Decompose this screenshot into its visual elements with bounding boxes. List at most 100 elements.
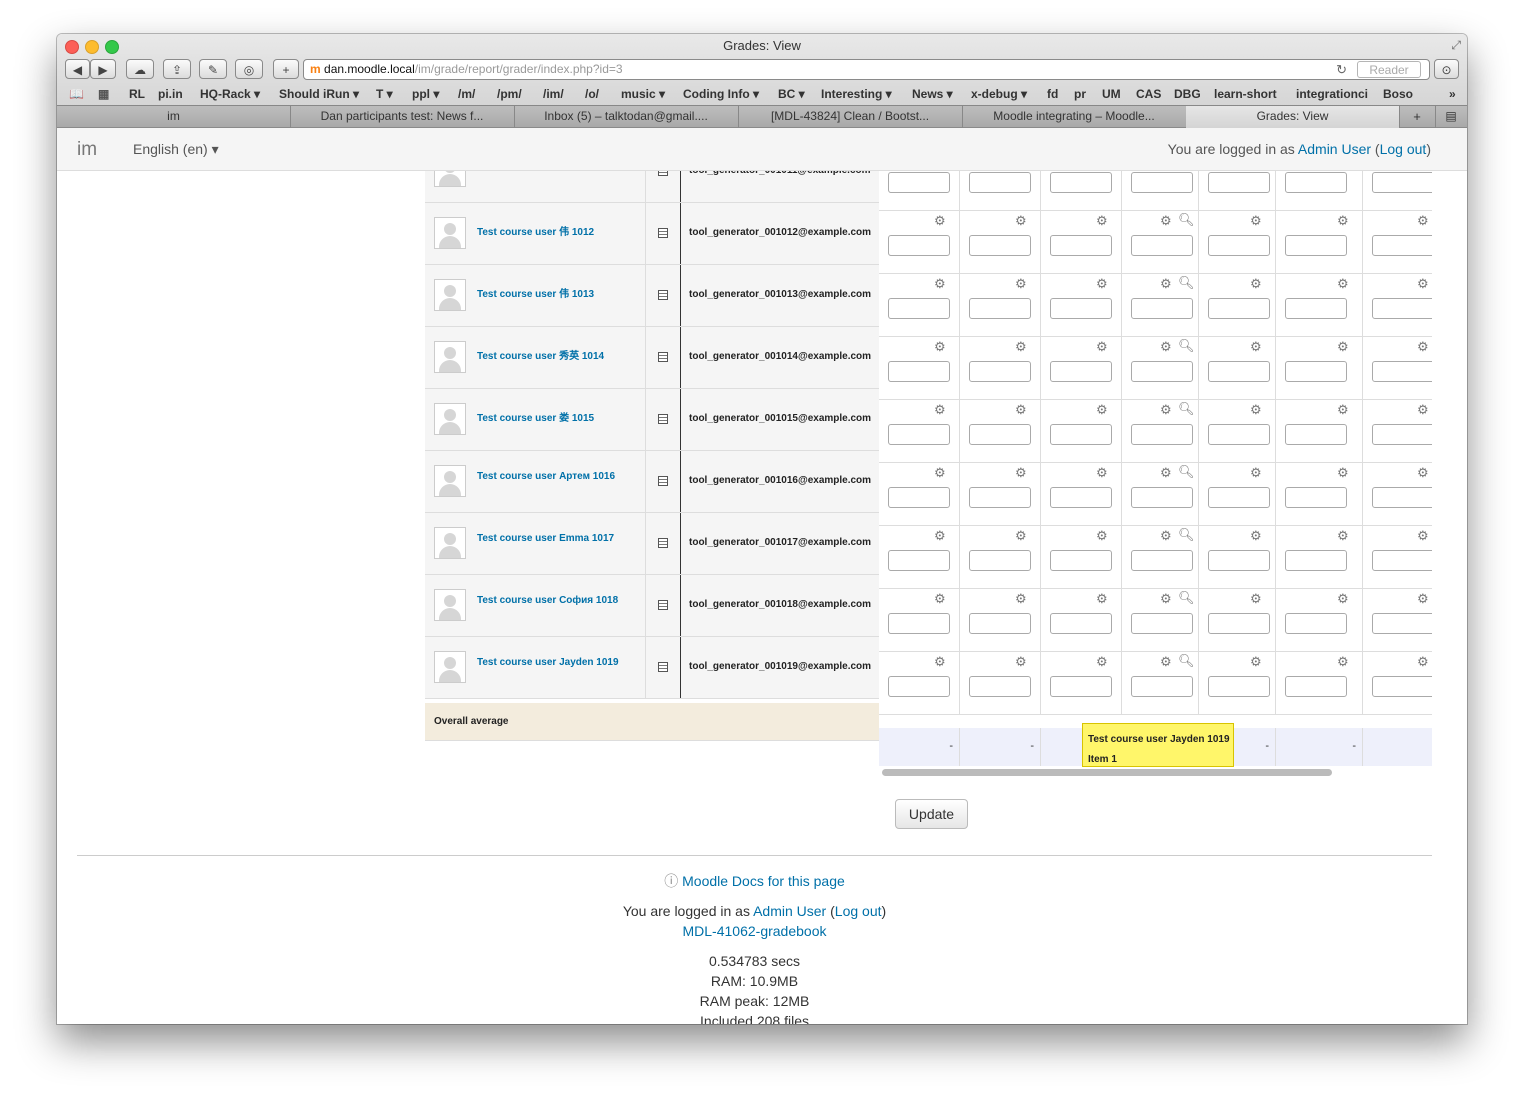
gear-icon[interactable]: ⚙: [1015, 403, 1027, 416]
footer-user-link[interactable]: Admin User: [753, 903, 826, 919]
grade-input[interactable]: [1372, 172, 1432, 193]
gear-icon[interactable]: ⚙: [1417, 466, 1429, 479]
grade-input[interactable]: [1050, 676, 1112, 697]
moodle-docs-link[interactable]: Moodle Docs for this page: [682, 873, 845, 889]
gear-icon[interactable]: ⚙: [934, 592, 946, 605]
icloud-button[interactable]: ☁: [126, 59, 154, 79]
gear-icon[interactable]: ⚙: [1096, 403, 1108, 416]
bookmark-item[interactable]: pi.in: [158, 87, 183, 101]
bookmark-item[interactable]: /m/: [458, 87, 475, 101]
user-report-button[interactable]: [645, 637, 681, 698]
gear-icon[interactable]: ⚙: [1337, 403, 1349, 416]
grade-input[interactable]: [888, 298, 950, 319]
magnifier-icon[interactable]: 🔍︎: [1178, 276, 1195, 289]
user-name-link[interactable]: Test course user София 1018: [477, 595, 618, 606]
grade-input[interactable]: [969, 424, 1031, 445]
user-avatar-icon[interactable]: [434, 651, 466, 683]
gear-icon[interactable]: ⚙: [1160, 277, 1172, 290]
grade-input[interactable]: [888, 550, 950, 571]
user-name-link[interactable]: Test course user Jayden 1019: [477, 657, 619, 668]
user-name-link[interactable]: Test course user 秀英 1014: [477, 347, 604, 362]
gear-icon[interactable]: ⚙: [1250, 340, 1262, 353]
user-avatar-icon[interactable]: [434, 403, 466, 435]
grade-input[interactable]: [1131, 424, 1193, 445]
gear-icon[interactable]: ⚙: [934, 340, 946, 353]
grade-input[interactable]: [888, 676, 950, 697]
gear-icon[interactable]: ⚙: [1417, 340, 1429, 353]
gear-icon[interactable]: ⚙: [1337, 340, 1349, 353]
grade-input[interactable]: [888, 361, 950, 382]
back-button[interactable]: ◀: [65, 59, 90, 79]
gear-icon[interactable]: ⚙: [1096, 529, 1108, 542]
bookmark-item[interactable]: fd: [1047, 87, 1058, 101]
gear-icon[interactable]: ⚙: [1096, 214, 1108, 227]
grade-input[interactable]: [1208, 676, 1270, 697]
grade-input[interactable]: [1050, 613, 1112, 634]
grade-input[interactable]: [1372, 676, 1432, 697]
grade-input[interactable]: [1372, 550, 1432, 571]
grade-input[interactable]: [969, 235, 1031, 256]
user-report-button[interactable]: [645, 203, 681, 264]
reader-button[interactable]: Reader: [1357, 61, 1421, 78]
user-report-button[interactable]: [645, 389, 681, 450]
gear-icon[interactable]: ⚙: [1417, 214, 1429, 227]
bookmark-item[interactable]: HQ-Rack ▾: [200, 87, 260, 101]
grade-input[interactable]: [969, 613, 1031, 634]
grade-input[interactable]: [1050, 550, 1112, 571]
gear-icon[interactable]: ⚙: [1337, 214, 1349, 227]
user-report-button[interactable]: [645, 513, 681, 574]
tab-overview-icon[interactable]: ▤: [1435, 106, 1467, 128]
grade-input[interactable]: [1131, 361, 1193, 382]
tab-inbox[interactable]: Inbox (5) – talktodan@gmail....: [514, 106, 739, 128]
gear-icon[interactable]: ⚙: [1015, 214, 1027, 227]
grade-input[interactable]: [969, 361, 1031, 382]
fullscreen-icon[interactable]: ⤢: [1451, 38, 1461, 53]
bookmarks-book-icon[interactable]: 📖: [69, 87, 84, 101]
grade-input[interactable]: [1208, 613, 1270, 634]
bookmark-item[interactable]: x-debug ▾: [971, 87, 1027, 101]
gear-icon[interactable]: ⚙: [1015, 529, 1027, 542]
gear-icon[interactable]: ⚙: [1015, 340, 1027, 353]
bookmark-item[interactable]: pr: [1074, 87, 1086, 101]
top-sites-grid-icon[interactable]: ▦: [98, 87, 109, 101]
grade-input[interactable]: [969, 550, 1031, 571]
gear-icon[interactable]: ⚙: [1250, 466, 1262, 479]
gear-icon[interactable]: ⚙: [1015, 466, 1027, 479]
grade-input[interactable]: [1208, 172, 1270, 193]
horizontal-scrollbar[interactable]: [882, 769, 1332, 776]
grade-input[interactable]: [1131, 613, 1193, 634]
grade-input[interactable]: [1372, 424, 1432, 445]
gear-icon[interactable]: ⚙: [1015, 277, 1027, 290]
bookmark-item[interactable]: ppl ▾: [412, 87, 439, 101]
grade-input[interactable]: [1208, 361, 1270, 382]
grade-input[interactable]: [1372, 487, 1432, 508]
grade-input[interactable]: [1285, 424, 1347, 445]
gear-icon[interactable]: ⚙: [1250, 403, 1262, 416]
gear-icon[interactable]: ⚙: [1160, 655, 1172, 668]
user-name-link[interactable]: Test course user 伟 1013: [477, 285, 594, 300]
gear-icon[interactable]: ⚙: [1160, 340, 1172, 353]
new-tab-button[interactable]: +: [273, 59, 299, 79]
extension-button[interactable]: ◎: [235, 59, 263, 79]
grade-input[interactable]: [969, 487, 1031, 508]
bookmark-item[interactable]: DBG: [1174, 87, 1201, 101]
user-report-button[interactable]: [645, 327, 681, 388]
bookmark-item[interactable]: Should iRun ▾: [279, 87, 359, 101]
grade-input[interactable]: [1208, 487, 1270, 508]
bookmark-item[interactable]: RL: [129, 87, 145, 101]
gear-icon[interactable]: ⚙: [1250, 529, 1262, 542]
grade-input[interactable]: [1285, 172, 1347, 193]
address-bar[interactable]: m dan.moodle.local/im/grade/report/grade…: [303, 59, 1430, 80]
gear-icon[interactable]: ⚙: [1160, 466, 1172, 479]
grade-input[interactable]: [1050, 172, 1112, 193]
gear-icon[interactable]: ⚙: [1160, 403, 1172, 416]
tab-moodle-integrating[interactable]: Moodle integrating – Moodle...: [962, 106, 1187, 128]
gear-icon[interactable]: ⚙: [1250, 592, 1262, 605]
user-avatar-icon[interactable]: [434, 279, 466, 311]
update-button[interactable]: Update: [895, 799, 968, 829]
gear-icon[interactable]: ⚙: [1096, 277, 1108, 290]
tools-button[interactable]: ✎: [199, 59, 227, 79]
user-avatar-icon[interactable]: [434, 171, 466, 187]
gear-icon[interactable]: ⚙: [1015, 592, 1027, 605]
bookmark-item[interactable]: T ▾: [376, 87, 393, 101]
